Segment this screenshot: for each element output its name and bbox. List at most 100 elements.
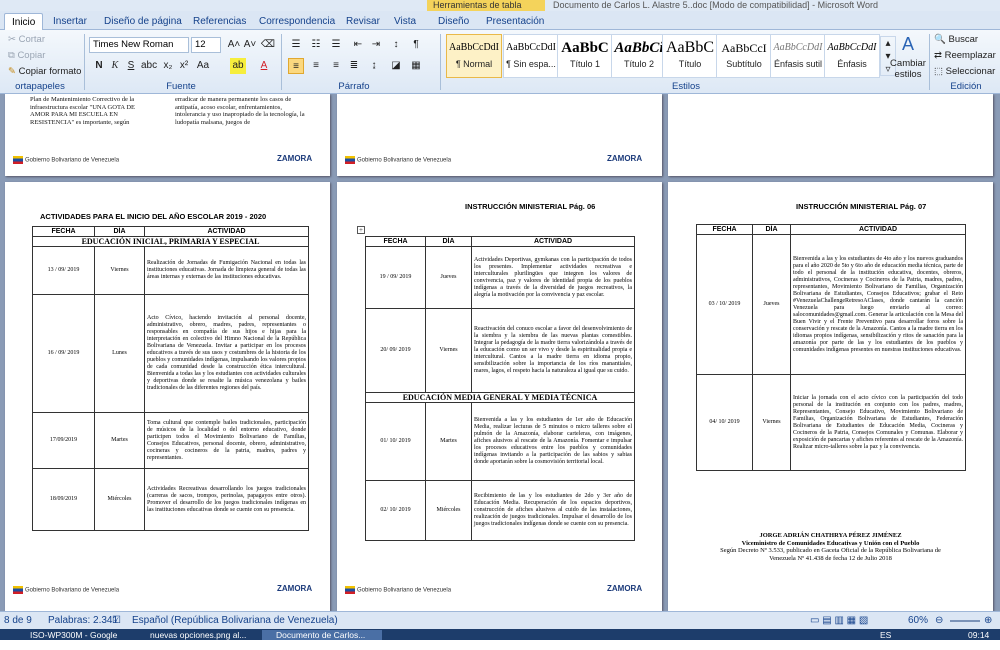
table-row: 17/09/2019 Martes Toma cultural que cont… (32, 412, 309, 469)
tab-referencias[interactable]: Referencias (186, 13, 253, 30)
strikethrough-icon[interactable]: abc (141, 58, 157, 74)
underline-button[interactable]: S (123, 58, 139, 74)
style-heading-2[interactable]: AaBbCi Título 2 (611, 34, 667, 78)
document-area[interactable]: Plan de Mantenimiento Correctivo de la i… (0, 94, 1000, 611)
tab-presentacion[interactable]: Presentación (479, 13, 551, 30)
style-heading-1[interactable]: AaBbC Título 1 (557, 34, 613, 78)
tab-diseno[interactable]: Diseño (431, 13, 476, 30)
style-no-spacing[interactable]: AaBbCcDdI ¶ Sin espa... (503, 34, 559, 78)
view-buttons[interactable]: ▭ ▤ ▥ ▦ ▧ (810, 612, 868, 630)
numbering-icon[interactable]: ☷ (308, 37, 324, 53)
paragraph-group-label: Párrafo (338, 81, 370, 92)
table-row: 18/09/2019 Miércoles Actividades Recreat… (32, 468, 309, 531)
activities-table: FECHA DÍA ACTIVIDAD 19 / 09/ 2019 Jueves… (365, 236, 635, 541)
tab-correspondencia[interactable]: Correspondencia (252, 13, 342, 30)
style-subtle-emphasis[interactable]: AaBbCcDdI Énfasis sutil (770, 34, 826, 78)
superscript-icon[interactable]: x² (176, 58, 192, 74)
taskbar-item-image[interactable]: nuevas opciones.png al... (136, 630, 256, 640)
style-subtitle[interactable]: AaBbCcI Subtítulo (716, 34, 772, 78)
cut-button[interactable]: ✂ Cortar (8, 34, 45, 45)
bold-button[interactable]: N (91, 58, 107, 74)
style-emphasis[interactable]: AaBbCcDdI Énfasis (824, 34, 880, 78)
increase-indent-icon[interactable]: ⇥ (368, 37, 384, 53)
page-2[interactable]: Gobierno Bolivariano de Venezuela ZAMORA (337, 94, 662, 176)
align-left-icon[interactable]: ≡ (288, 58, 304, 74)
change-styles-button[interactable]: Cambiar estilos (890, 58, 926, 80)
subscript-icon[interactable]: x₂ (160, 58, 176, 74)
taskbar-item-word[interactable]: Documento de Carlos... (262, 630, 382, 640)
ribbon-separator (440, 34, 441, 90)
grow-font-icon[interactable]: A˄ (226, 37, 242, 53)
zoom-in-icon[interactable]: ⊕ (984, 612, 992, 630)
table-row: 20/ 09/ 2019 Viernes Reactivación del co… (365, 308, 635, 393)
table-row: 13 / 09/ 2019 Viernes Realización de Jor… (32, 246, 309, 295)
tab-diseno-pagina[interactable]: Diseño de página (97, 13, 189, 30)
flag-icon (13, 156, 23, 164)
tab-insertar[interactable]: Insertar (46, 13, 94, 30)
word-count[interactable]: Palabras: 2.341 (48, 612, 118, 630)
page-6-heading: INSTRUCCIÓN MINISTERIAL Pág. 07 (796, 202, 927, 211)
zoom-slider[interactable] (950, 620, 980, 622)
taskbar-item-chrome[interactable]: ISO-WP300M - Google C... (16, 630, 126, 650)
clipboard-group-label: ortapapeles (15, 81, 65, 92)
decrease-indent-icon[interactable]: ⇤ (350, 37, 366, 53)
line-spacing-icon[interactable]: ↨ (366, 58, 382, 74)
change-styles-icon[interactable]: A (895, 34, 921, 55)
tab-inicio[interactable]: Inicio (4, 13, 44, 30)
ribbon-separator (929, 34, 930, 90)
page-6[interactable]: INSTRUCCIÓN MINISTERIAL Pág. 07 FECHA DÍ… (668, 182, 993, 611)
clear-format-icon[interactable]: ⌫ (260, 37, 276, 53)
input-language[interactable]: ES (880, 630, 891, 640)
copy-button[interactable]: ⧉ Copiar (8, 50, 45, 61)
brush-icon: ✎ (8, 66, 16, 77)
status-bar: 8 de 9 Palabras: 2.341 ☑ Español (Repúbl… (0, 611, 1000, 629)
font-name-combo[interactable]: Times New Roman (89, 37, 189, 53)
shrink-font-icon[interactable]: A˅ (242, 37, 258, 53)
page-4[interactable]: ACTIVIDADES PARA EL INICIO DEL AÑO ESCOL… (5, 182, 330, 611)
style-title[interactable]: AaBbC Título (662, 34, 718, 78)
find-button[interactable]: 🔍 Buscar (934, 34, 978, 45)
font-color-icon[interactable]: A (256, 58, 272, 74)
table-row: 03 / 10/ 2019 Jueves Bienvenida a las y … (696, 234, 966, 375)
tab-vista[interactable]: Vista (387, 13, 423, 30)
proofing-icon[interactable]: ☑ (112, 612, 121, 630)
page-1-right-text: erradicar de manera permanente los casos… (175, 96, 305, 126)
borders-icon[interactable]: ▦ (408, 58, 424, 74)
zoom-out-icon[interactable]: ⊖ (935, 612, 943, 630)
highlight-icon[interactable]: ab (230, 58, 246, 74)
font-size-combo[interactable]: 12 (191, 37, 221, 53)
col-dia: DÍA (425, 236, 472, 247)
justify-icon[interactable]: ≣ (346, 58, 362, 74)
table-tools-context-tab[interactable]: Herramientas de tabla (427, 0, 545, 11)
italic-button[interactable]: K (107, 58, 123, 74)
page-5[interactable]: INSTRUCCIÓN MINISTERIAL Pág. 06 + FECHA … (337, 182, 662, 611)
replace-button[interactable]: ⇄ Reemplazar (934, 50, 996, 61)
editing-group-label: Edición (950, 81, 982, 92)
change-case-icon[interactable]: Aa (195, 58, 211, 74)
page-4-heading: ACTIVIDADES PARA EL INICIO DEL AÑO ESCOL… (40, 212, 267, 221)
sort-icon[interactable]: ↕ (388, 37, 404, 53)
ribbon-separator (84, 34, 85, 90)
page-1-left-text: Plan de Mantenimiento Correctivo de la i… (30, 96, 136, 126)
bullets-icon[interactable]: ☰ (288, 37, 304, 53)
signer-title: Viceministro de Comunidades Educativas y… (741, 539, 920, 547)
zamora-logo: ZAMORA (607, 584, 643, 593)
align-center-icon[interactable]: ≡ (308, 58, 324, 74)
zoom-level[interactable]: 60% (908, 612, 928, 630)
table-move-handle-icon[interactable]: + (357, 226, 365, 234)
multilevel-list-icon[interactable]: ☰ (328, 37, 344, 53)
table-row: 16 / 09/ 2019 Lunes Acto Cívico, haciend… (32, 294, 309, 413)
align-right-icon[interactable]: ≡ (328, 58, 344, 74)
page-3[interactable] (668, 94, 993, 176)
zamora-logo: ZAMORA (277, 584, 313, 593)
shading-icon[interactable]: ◪ (388, 58, 404, 74)
tab-revisar[interactable]: Revisar (339, 13, 387, 30)
font-group-label: Fuente (166, 81, 196, 92)
show-marks-icon[interactable]: ¶ (408, 37, 424, 53)
format-painter-button[interactable]: ✎ Copiar formato (8, 66, 81, 77)
page-indicator[interactable]: 8 de 9 (4, 612, 32, 630)
select-button[interactable]: ⬚ Seleccionar (934, 66, 995, 77)
page-1[interactable]: Plan de Mantenimiento Correctivo de la i… (5, 94, 330, 176)
style-normal[interactable]: AaBbCcDdI ¶ Normal (446, 34, 502, 78)
language-indicator[interactable]: Español (República Bolivariana de Venezu… (132, 612, 338, 630)
